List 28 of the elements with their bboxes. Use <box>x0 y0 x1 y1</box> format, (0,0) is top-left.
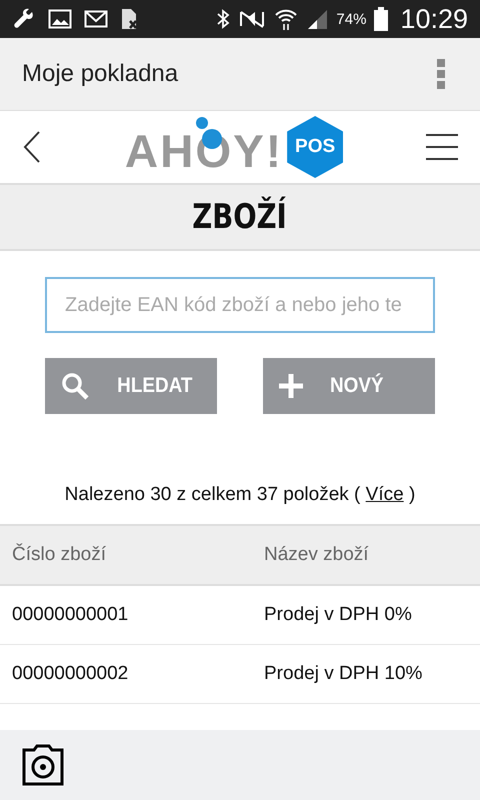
table-cell-text: Prodej v DPH 10% <box>264 663 424 685</box>
battery-icon <box>374 7 388 31</box>
wifi-icon <box>274 7 298 31</box>
table-cell-text: Prodej v DPH 0% <box>264 604 413 626</box>
battery-percent: 74% <box>336 10 366 28</box>
camera-icon[interactable] <box>22 744 64 786</box>
more-link[interactable]: Více <box>366 484 404 505</box>
column-header: Číslo zboží <box>12 544 107 566</box>
back-icon[interactable] <box>22 130 42 164</box>
more-icon[interactable] <box>436 58 446 90</box>
clock-time: 10:29 <box>400 4 468 34</box>
menu-icon[interactable] <box>426 134 458 160</box>
column-header: Název zboží <box>264 544 370 566</box>
app-title: Moje pokladna <box>22 60 178 88</box>
page-title: ZBOŽÍ <box>192 197 288 237</box>
plus-icon <box>279 374 303 398</box>
image-icon <box>48 8 72 30</box>
table-cell-text: 00000000001 <box>12 604 130 626</box>
bluetooth-icon <box>216 8 230 30</box>
search-icon <box>61 372 89 400</box>
result-summary: Nalezeno 30 z celkem 37 položek ( Více ) <box>64 484 416 506</box>
search-button[interactable]: HLEDAT <box>45 358 217 414</box>
search-field[interactable]: Zadejte EAN kód zboží a nebo jeho te <box>45 277 435 333</box>
wrench-icon <box>12 7 36 31</box>
new-button[interactable]: NOVÝ <box>263 358 435 414</box>
mail-icon <box>84 9 108 29</box>
signal-icon <box>306 8 328 30</box>
table-cell-text: 00000000002 <box>12 663 130 685</box>
